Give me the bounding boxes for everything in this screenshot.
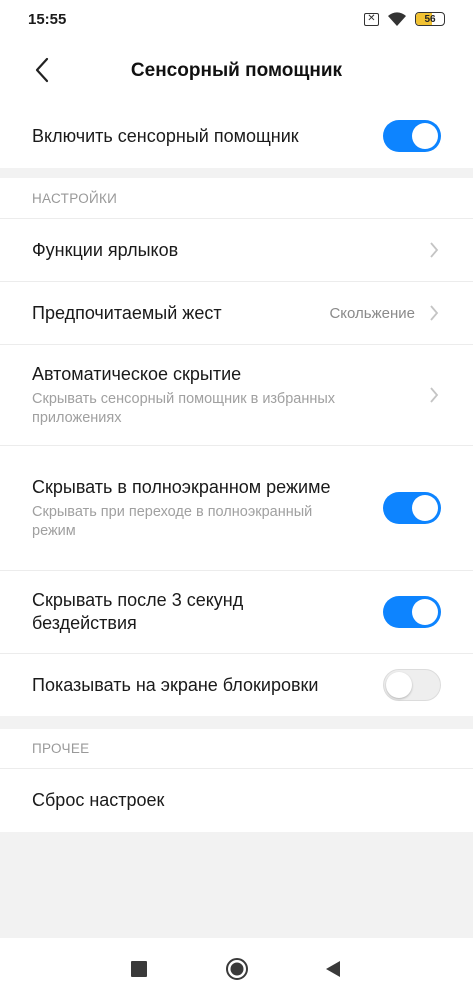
chevron-right-icon — [427, 241, 441, 259]
hide-idle-label: Скрывать после 3 секунд бездействия — [32, 590, 244, 633]
lock-screen-row[interactable]: Показывать на экране блокировки — [0, 654, 473, 716]
page-title: Сенсорный помощник — [130, 60, 343, 81]
gesture-row[interactable]: Предпочитаемый жест Скольжение — [0, 282, 473, 345]
shortcuts-row[interactable]: Функции ярлыков — [0, 219, 473, 282]
battery-icon: 56 — [415, 12, 445, 26]
enable-assistant-label: Включить сенсорный помощник — [32, 125, 299, 146]
back-button[interactable] — [24, 52, 60, 88]
chevron-right-icon — [427, 304, 441, 322]
hide-fullscreen-toggle[interactable] — [383, 492, 441, 524]
chevron-right-icon — [427, 386, 441, 404]
home-circle-icon — [226, 958, 248, 980]
lock-screen-label: Показывать на экране блокировки — [32, 674, 319, 695]
wifi-icon — [388, 12, 406, 26]
auto-hide-description: Скрывать сенсорный помощник в избранных … — [32, 390, 336, 426]
gesture-value: Скольжение — [329, 304, 415, 322]
shortcuts-label: Функции ярлыков — [32, 239, 179, 260]
auto-hide-row[interactable]: Автоматическое скрытие Скрывать сенсорны… — [0, 345, 473, 446]
gesture-label: Предпочитаемый жест — [32, 302, 222, 323]
header: Сенсорный помощник — [0, 38, 473, 104]
enable-assistant-toggle[interactable] — [383, 120, 441, 152]
triangle-back-icon — [326, 961, 340, 977]
settings-section: НАСТРОЙКИ Функции ярлыков Предпочитаемый… — [0, 178, 473, 716]
hide-fullscreen-row[interactable]: Скрывать в полноэкранном режиме Скрывать… — [0, 446, 473, 571]
hide-fullscreen-description: Скрывать при переходе в полноэкранный ре… — [32, 503, 313, 539]
other-section-label: ПРОЧЕЕ — [0, 729, 473, 769]
lock-screen-toggle[interactable] — [383, 669, 441, 701]
auto-hide-label: Автоматическое скрытие — [32, 363, 242, 384]
nav-back-button[interactable] — [320, 956, 346, 982]
status-time: 15:55 — [28, 10, 67, 28]
hide-fullscreen-label: Скрывать в полноэкранном режиме — [32, 476, 331, 497]
main-toggle-section: Включить сенсорный помощник — [0, 104, 473, 168]
recents-button[interactable] — [126, 956, 152, 982]
reset-row[interactable]: Сброс настроек — [0, 769, 473, 832]
status-icons: ✕ 56 — [364, 11, 445, 27]
hide-idle-row[interactable]: Скрывать после 3 секунд бездействия — [0, 571, 473, 654]
enable-assistant-row[interactable]: Включить сенсорный помощник — [0, 104, 473, 168]
battery-level: 56 — [424, 13, 436, 25]
status-bar: 15:55 ✕ 56 — [0, 0, 473, 38]
back-icon — [35, 57, 49, 83]
settings-section-label: НАСТРОЙКИ — [0, 178, 473, 219]
hide-idle-toggle[interactable] — [383, 596, 441, 628]
other-section: ПРОЧЕЕ Сброс настроек — [0, 729, 473, 832]
square-icon — [131, 961, 147, 977]
reset-label: Сброс настроек — [32, 790, 165, 810]
home-button[interactable] — [224, 956, 250, 982]
navigation-bar — [0, 938, 473, 1000]
sim-off-icon: ✕ — [364, 12, 379, 26]
